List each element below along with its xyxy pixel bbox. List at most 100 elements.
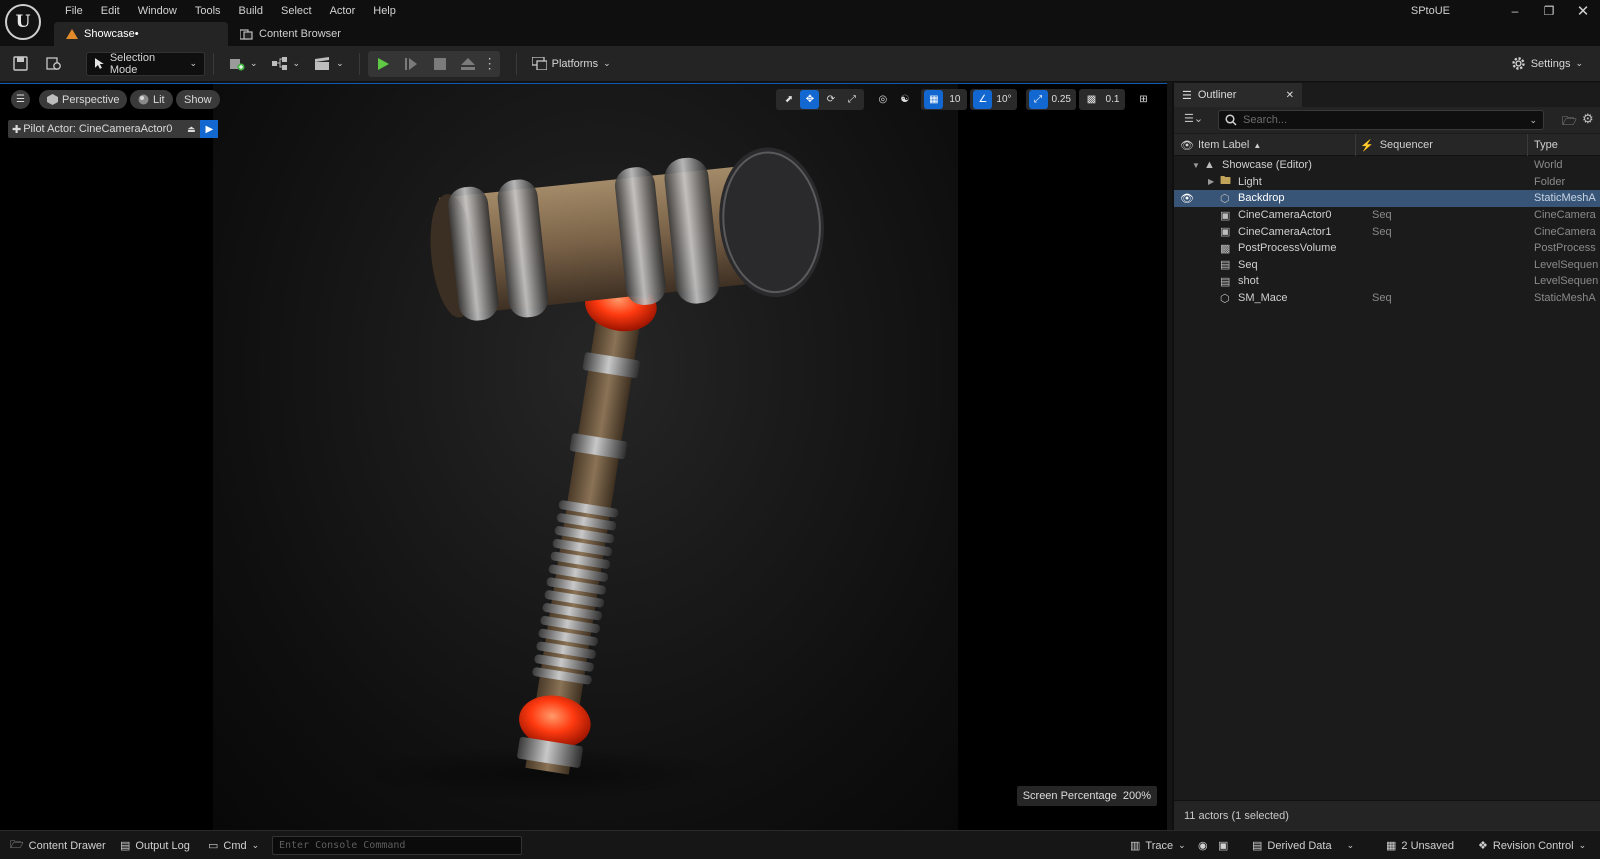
outliner-row[interactable]: ▤ shot LevelSequen <box>1174 273 1600 290</box>
advance-frame-icon[interactable] <box>400 52 424 76</box>
content-drawer-button[interactable]: 🗁 Content Drawer <box>2 831 114 859</box>
column-type[interactable]: Type <box>1534 134 1558 156</box>
stop-icon[interactable] <box>428 52 452 76</box>
restore-icon[interactable]: ❐ <box>1532 0 1566 22</box>
derived-data-dropdown[interactable]: ▤ Derived Data ⌄ <box>1244 831 1362 859</box>
row-type: CineCamera <box>1534 225 1596 238</box>
menu-file[interactable]: File <box>56 5 92 17</box>
camera-speed-group: ▩ 0.1 <box>1079 88 1125 110</box>
column-sequencer[interactable]: ⚡ Sequencer <box>1360 134 1528 156</box>
coordinate-system-icon[interactable]: ◎ <box>873 90 892 109</box>
outliner-row[interactable]: ▤ Seq LevelSequen <box>1174 257 1600 274</box>
translate-tool-icon[interactable]: ✥ <box>800 89 820 109</box>
outliner-settings-icon[interactable]: ⚙ <box>1582 111 1594 127</box>
screenshot-icon[interactable]: ▣ <box>1216 831 1230 859</box>
row-sequencer: Seq <box>1372 209 1392 222</box>
record-icon[interactable]: ◉ <box>1196 831 1210 859</box>
menu-window[interactable]: Window <box>129 5 186 17</box>
outliner-row[interactable]: 👁 ⬡ Backdrop StaticMeshA <box>1174 190 1600 207</box>
add-folder-icon[interactable]: 🗁 <box>1562 112 1577 133</box>
level-viewport[interactable]: ☰ Perspective Lit Show ✚ Pilot Actor: Ci… <box>0 83 1167 830</box>
chevron-down-icon[interactable]: ⌄ <box>1529 115 1537 126</box>
surface-snapping-icon[interactable]: ☯ <box>895 90 914 109</box>
row-label: CineCameraActor1 <box>1238 225 1332 238</box>
revision-control-dropdown[interactable]: ❖ Revision Control ⌄ <box>1470 831 1594 859</box>
minimize-icon[interactable]: – <box>1498 0 1532 22</box>
view-mode-dropdown[interactable]: Lit <box>130 90 173 109</box>
scale-snap-value[interactable]: 0.25 <box>1050 90 1073 109</box>
select-tool-icon[interactable]: ⬈ <box>779 90 798 109</box>
camera-speed-value[interactable]: 0.1 <box>1103 90 1122 109</box>
scale-tool-icon[interactable]: ⤢ <box>842 90 861 109</box>
show-dropdown[interactable]: Show <box>176 90 220 109</box>
viewport-layout-icon[interactable]: ⊞ <box>1134 90 1153 109</box>
outliner-icon: ☰ <box>1182 89 1192 102</box>
close-tab-icon[interactable]: ✕ <box>1286 90 1294 101</box>
settings-label: Settings <box>1530 57 1571 70</box>
save-icon[interactable] <box>8 52 32 76</box>
console-command-input[interactable]: Enter Console Command <box>272 836 522 855</box>
platforms-dropdown[interactable]: Platforms ⌄ <box>525 52 618 76</box>
expand-arrow-open-icon[interactable]: ▼ <box>1192 157 1200 174</box>
settings-dropdown[interactable]: Settings ⌄ <box>1504 52 1590 76</box>
outliner-row[interactable]: ▼ ▲ Showcase (Editor) World <box>1174 157 1600 174</box>
outliner-search-input[interactable]: Search... ⌄ <box>1218 110 1544 130</box>
outliner-row[interactable]: ▣ CineCameraActor0 Seq CineCamera <box>1174 207 1600 224</box>
eject-pilot-icon[interactable]: ⏏ <box>182 124 200 135</box>
rotation-snap-icon[interactable]: ∠ <box>973 89 993 109</box>
rotate-tool-icon[interactable]: ⟳ <box>821 90 840 109</box>
unreal-logo-icon[interactable]: U <box>5 4 41 40</box>
tab-content-browser[interactable]: Content Browser <box>228 22 353 46</box>
cube-icon <box>47 94 58 105</box>
filter-icon[interactable]: ☰⌄ <box>1184 112 1203 125</box>
menu-build[interactable]: Build <box>230 5 272 17</box>
camera-speed-icon[interactable]: ▩ <box>1082 90 1101 109</box>
column-item-label[interactable]: Item Label ▲ <box>1198 134 1356 156</box>
visibility-column-icon[interactable]: 👁 <box>1180 134 1196 156</box>
outliner-row[interactable]: ▩ PostProcessVolume PostProcess <box>1174 240 1600 257</box>
tab-showcase[interactable]: Showcase• <box>54 22 228 46</box>
unsaved-button[interactable]: ▦ 2 Unsaved <box>1378 831 1462 859</box>
cine-camera-icon: ▣ <box>1220 209 1231 222</box>
cinematics-button[interactable]: ⌄ <box>307 52 351 76</box>
row-label: SM_Mace <box>1238 292 1288 305</box>
outliner-row[interactable]: ▣ CineCameraActor1 Seq CineCamera <box>1174 223 1600 240</box>
rotation-snap-value[interactable]: 10° <box>994 90 1013 109</box>
menu-edit[interactable]: Edit <box>92 5 129 17</box>
selection-mode-dropdown[interactable]: Selection Mode ⌄ <box>86 51 205 76</box>
outliner-tab-label: Outliner <box>1197 89 1237 101</box>
add-actor-button[interactable]: ⌄ <box>222 52 265 76</box>
browse-level-icon[interactable] <box>42 52 66 76</box>
pilot-actor-label: Pilot Actor: CineCameraActor0 <box>23 123 173 135</box>
menu-tools[interactable]: Tools <box>186 5 230 17</box>
grid-snap-value[interactable]: 10 <box>945 90 964 109</box>
outliner-row[interactable]: ▶ 🖿 Light Folder <box>1174 174 1600 191</box>
camera-view-icon[interactable]: ▶ <box>200 120 219 138</box>
cmd-dropdown[interactable]: ▭ Cmd ⌄ <box>200 831 267 859</box>
grid-snap-group: ▦ 10 <box>921 88 968 110</box>
more-options-icon[interactable]: ⋮ <box>483 52 497 76</box>
row-type: PostProcess <box>1534 242 1596 255</box>
chevron-down-icon: ⌄ <box>1575 58 1583 68</box>
visibility-eye-icon[interactable]: 👁 <box>1180 190 1194 207</box>
blueprints-button[interactable]: ⌄ <box>265 52 308 76</box>
row-label: Backdrop <box>1238 192 1285 205</box>
menu-actor[interactable]: Actor <box>321 5 365 17</box>
play-icon[interactable] <box>372 52 396 76</box>
menu-select[interactable]: Select <box>272 5 321 17</box>
tab-outliner[interactable]: ☰ Outliner ✕ <box>1174 83 1302 107</box>
scale-snap-icon[interactable]: ⤢ <box>1028 89 1048 109</box>
output-log-button[interactable]: ▤ Output Log <box>112 831 198 859</box>
close-window-icon[interactable]: ✕ <box>1566 0 1600 22</box>
viewport-render[interactable] <box>213 84 958 830</box>
outliner-row[interactable]: ⬡ SM_Mace Seq StaticMeshA <box>1174 290 1600 307</box>
row-label: PostProcessVolume <box>1238 242 1337 255</box>
trace-dropdown[interactable]: ▥ Trace ⌄ <box>1122 831 1194 859</box>
eject-icon[interactable] <box>456 52 480 76</box>
expand-arrow-closed-icon[interactable]: ▶ <box>1208 174 1214 191</box>
menu-bar: File Edit Window Tools Build Select Acto… <box>56 3 405 19</box>
viewport-menu-icon[interactable]: ☰ <box>11 90 30 109</box>
perspective-dropdown[interactable]: Perspective <box>39 90 128 109</box>
grid-snap-icon[interactable]: ▦ <box>924 89 944 109</box>
menu-help[interactable]: Help <box>364 5 405 17</box>
